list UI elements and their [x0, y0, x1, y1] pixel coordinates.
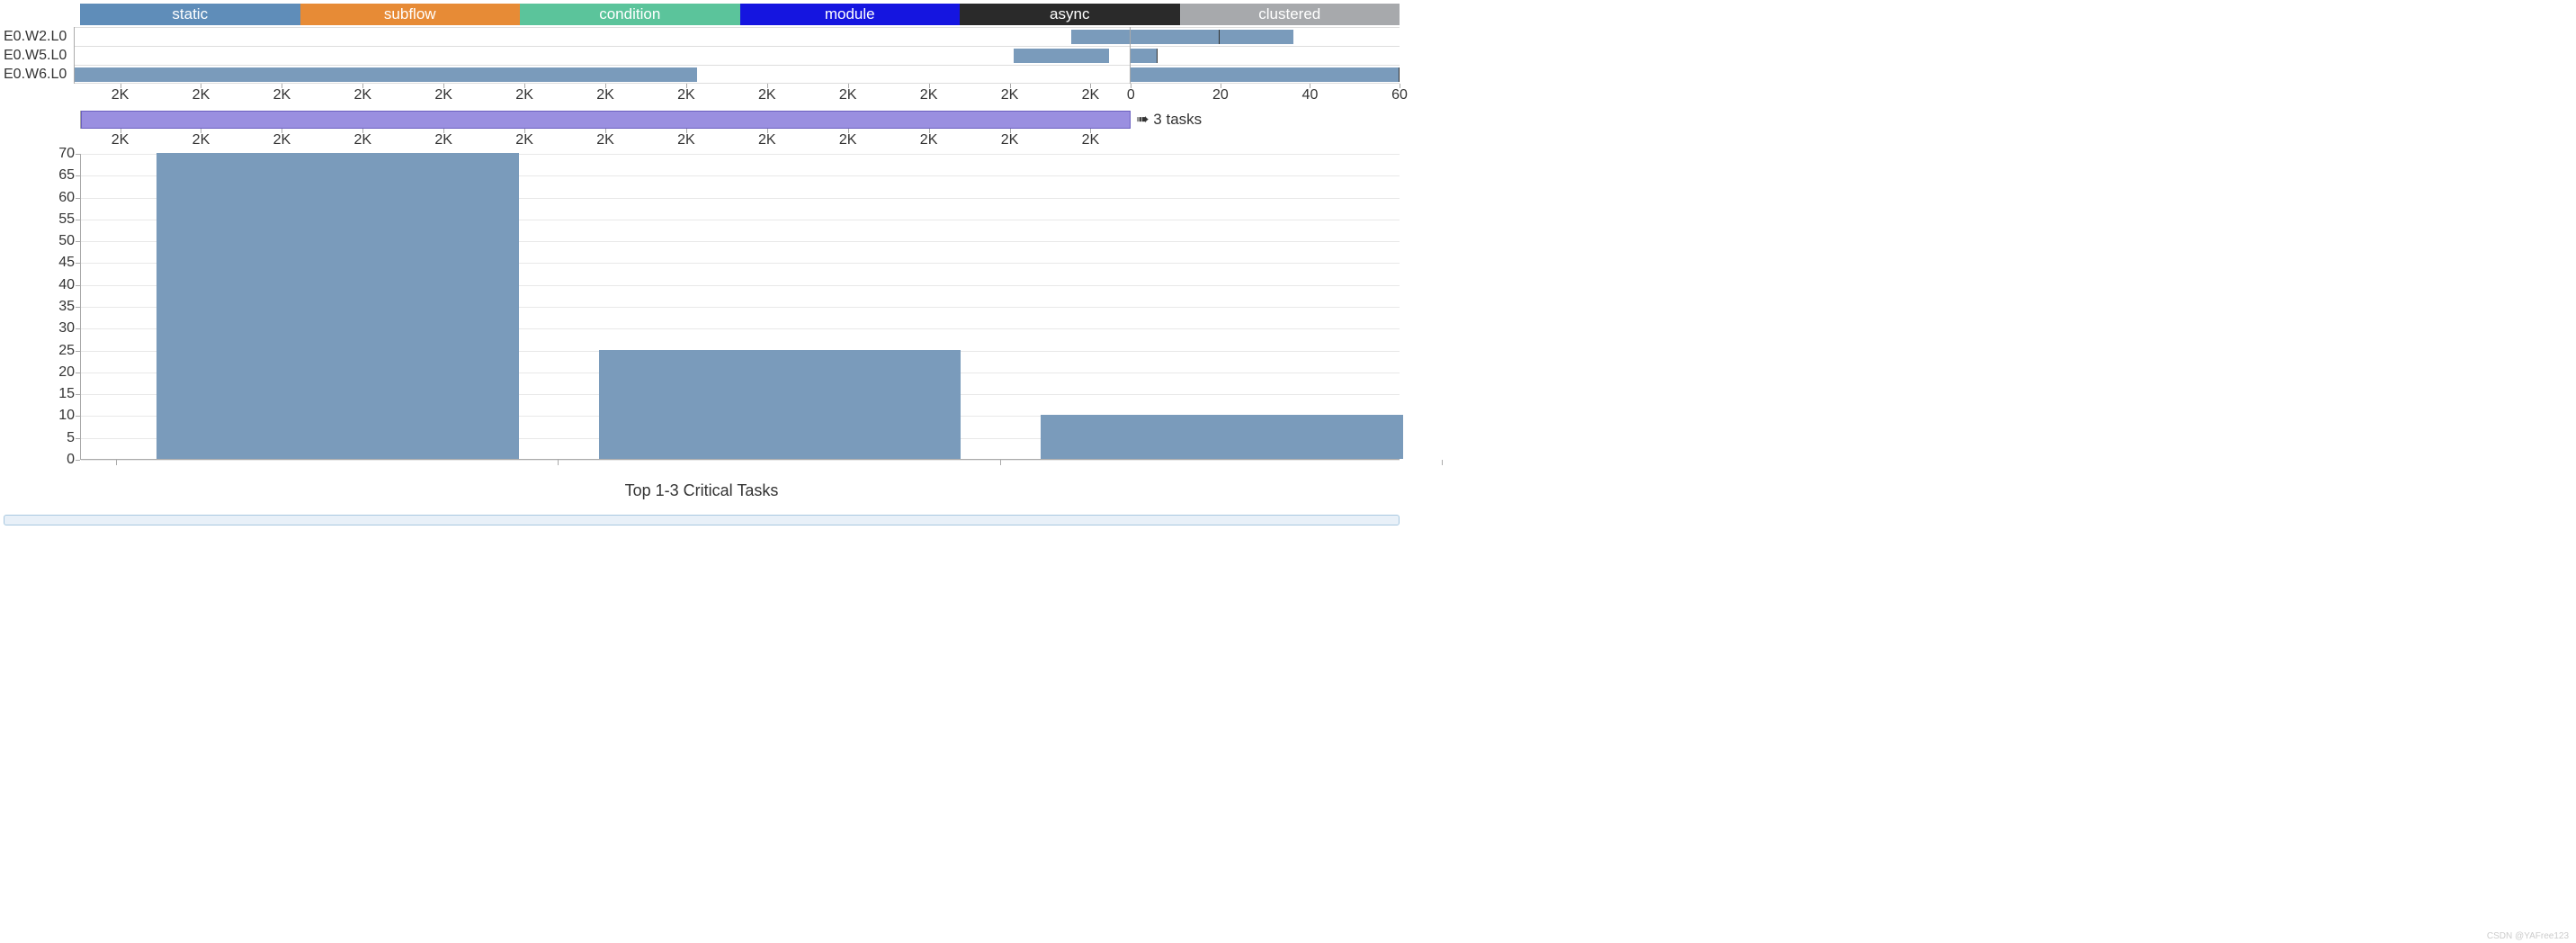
axis-tick: 2K — [353, 132, 371, 148]
axis-tick: 2K — [1001, 132, 1019, 148]
axis-tick: 2K — [192, 87, 210, 103]
legend-item-async[interactable]: async — [960, 4, 1180, 25]
y-axis-tick: 60 — [58, 190, 75, 206]
y-axis-tick: 15 — [58, 386, 75, 402]
axis-tick: 2K — [596, 87, 614, 103]
gantt-row-label: E0.W6.L0 — [4, 65, 74, 84]
legend-item-subflow[interactable]: subflow — [300, 4, 521, 25]
axis-tick: 2K — [920, 87, 938, 103]
axis-tick: 2K — [758, 132, 776, 148]
summary-bar[interactable] — [81, 111, 1131, 129]
summary-task-count: ➠ 3 tasks — [1131, 111, 1400, 129]
axis-tick: 40 — [1302, 87, 1319, 103]
gantt-side-bar[interactable] — [1131, 30, 1220, 44]
axis-tick: 2K — [112, 87, 130, 103]
axis-tick: 2K — [434, 87, 452, 103]
legend-item-clustered[interactable]: clustered — [1180, 4, 1400, 25]
gantt-row-label: E0.W2.L0 — [4, 27, 74, 46]
y-axis-tick: 45 — [58, 255, 75, 271]
axis-tick: 2K — [353, 87, 371, 103]
axis-tick: 2K — [1082, 87, 1100, 103]
legend-item-condition[interactable]: condition — [520, 4, 740, 25]
y-axis-tick: 30 — [58, 320, 75, 337]
axis-tick: 2K — [839, 132, 857, 148]
y-axis-tick: 25 — [58, 343, 75, 359]
axis-tick: 60 — [1391, 87, 1408, 103]
axis-tick: 0 — [1127, 87, 1135, 103]
barchart-title: Top 1-3 Critical Tasks — [4, 481, 1400, 500]
axis-tick: 2K — [920, 132, 938, 148]
arrow-icon: ➠ — [1136, 111, 1149, 129]
watermark: CSDN @YAFree123 — [2487, 931, 2569, 941]
axis-tick: 2K — [677, 132, 695, 148]
bar[interactable] — [157, 153, 519, 459]
axis-tick: 20 — [1212, 87, 1229, 103]
gantt-side-bar[interactable] — [1131, 67, 1400, 82]
axis-tick: 2K — [273, 87, 291, 103]
bar[interactable] — [1041, 415, 1403, 459]
task-count-label: 3 tasks — [1153, 111, 1202, 129]
axis-tick: 2K — [515, 132, 533, 148]
gantt-task-bar[interactable] — [75, 67, 697, 82]
y-axis-tick: 70 — [58, 146, 75, 162]
y-axis-tick: 5 — [67, 430, 75, 446]
axis-tick: 2K — [515, 87, 533, 103]
axis-tick: 2K — [839, 87, 857, 103]
legend-bar: staticsubflowconditionmoduleasynccluster… — [80, 4, 1400, 25]
y-axis-tick: 55 — [58, 211, 75, 228]
y-axis-tick: 10 — [58, 408, 75, 424]
gantt-task-bar[interactable] — [1014, 49, 1109, 63]
axis-tick: 2K — [677, 87, 695, 103]
legend-item-static[interactable]: static — [80, 4, 300, 25]
y-axis-tick: 50 — [58, 233, 75, 249]
critical-tasks-barchart: 0510152025303540455055606570 — [4, 154, 1400, 460]
y-axis-tick: 35 — [58, 299, 75, 315]
axis-tick: 2K — [112, 132, 130, 148]
gantt-side-bar[interactable] — [1131, 49, 1158, 63]
bar[interactable] — [599, 350, 962, 459]
summary-row: ➠ 3 tasks — [4, 111, 1400, 129]
axis-tick: 2K — [596, 132, 614, 148]
axis-tick: 2K — [192, 132, 210, 148]
gantt-row-label: E0.W5.L0 — [4, 46, 74, 65]
footer-panel-collapsed[interactable] — [4, 515, 1400, 525]
axis-tick: 2K — [273, 132, 291, 148]
y-axis-tick: 0 — [67, 452, 75, 468]
y-axis-tick: 40 — [58, 277, 75, 293]
gantt-chart: E0.W2.L0E0.W5.L0E0.W6.L0 — [4, 27, 1400, 84]
y-axis-tick: 65 — [58, 167, 75, 184]
legend-item-module[interactable]: module — [740, 4, 961, 25]
axis-tick: 2K — [758, 87, 776, 103]
axis-tick: 2K — [434, 132, 452, 148]
axis-tick: 2K — [1082, 132, 1100, 148]
axis-tick: 2K — [1001, 87, 1019, 103]
y-axis-tick: 20 — [58, 364, 75, 381]
